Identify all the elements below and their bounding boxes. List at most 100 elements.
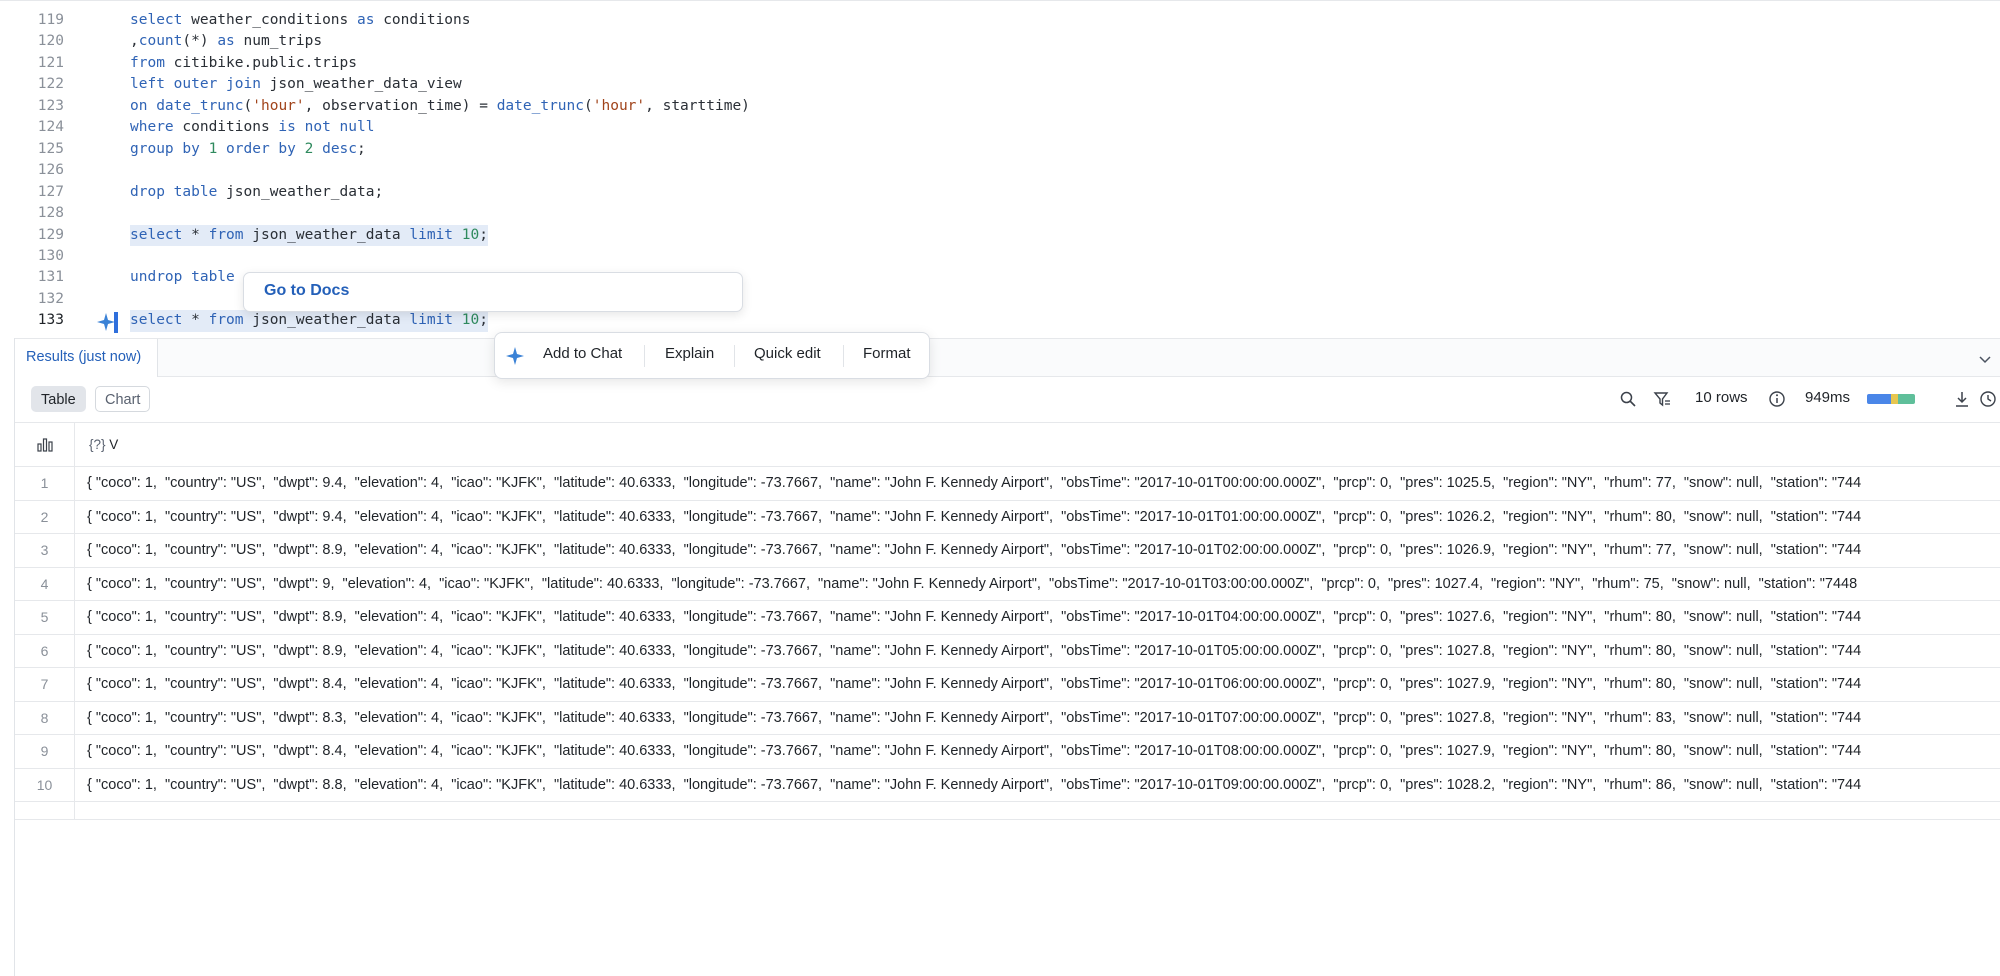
table-row[interactable]: 1 { "coco": 1, "country": "US", "dwpt": 9… [15, 467, 2000, 501]
code-text[interactable]: select * from json_weather_data limit 10… [130, 310, 488, 332]
format-button[interactable]: Format [863, 345, 911, 362]
chevron-down-icon[interactable] [1977, 351, 1993, 367]
table-row[interactable]: 10 { "coco": 1, "country": "US", "dwpt": … [15, 768, 2000, 802]
table-cell[interactable]: { "coco": 1, "country": "US", "dwpt": 9,… [87, 568, 1857, 601]
duration-segment [1867, 394, 1891, 404]
search-icon[interactable] [1619, 390, 1637, 408]
row-number: 10 [15, 768, 75, 802]
code-token: date_trunc [496, 97, 585, 114]
go-to-docs-link[interactable]: Go to Docs [264, 282, 349, 300]
code-token: ( [584, 97, 593, 114]
code-text[interactable]: where conditions is not null [130, 117, 374, 139]
tab-chart[interactable]: Chart [95, 386, 151, 412]
filter-icon[interactable] [1653, 390, 1671, 408]
divider [734, 345, 735, 367]
code-line[interactable]: 122 left outer join json_weather_data_vie… [0, 74, 2000, 96]
sparkle-icon [506, 347, 524, 365]
code-line[interactable]: 119 select weather_conditions as conditio… [0, 10, 2000, 32]
tab-results[interactable]: Results (just now) [15, 339, 158, 377]
table-row[interactable]: 9 { "coco": 1, "country": "US", "dwpt": 8… [15, 735, 2000, 769]
code-token: count [138, 33, 183, 50]
row-number: 4 [15, 567, 75, 601]
table-cell[interactable]: { "coco": 1, "country": "US", "dwpt": 8.… [87, 635, 1861, 668]
code-token: ( [243, 97, 253, 114]
code-line[interactable]: 123 on date_trunc('hour', observation_tim… [0, 96, 2000, 118]
tab-table[interactable]: Table [31, 386, 86, 412]
code-line[interactable]: 124 where conditions is not null [0, 117, 2000, 139]
code-text[interactable]: on date_trunc('hour', observation_time) … [130, 96, 750, 118]
download-icon[interactable] [1953, 390, 1971, 408]
code-line[interactable]: 125 group by 1 order by 2 desc; [0, 139, 2000, 161]
code-line[interactable]: 128 [0, 203, 2000, 225]
code-line[interactable]: 126 [0, 160, 2000, 182]
line-number: 131 [37, 269, 64, 286]
code-line[interactable]: 129 select * from json_weather_data limit… [0, 224, 2000, 246]
table-cell[interactable]: { "coco": 1, "country": "US", "dwpt": 9.… [87, 501, 1861, 534]
sql-editor[interactable]: 119 select weather_conditions as conditio… [0, 0, 2000, 379]
table-cell[interactable]: { "coco": 1, "country": "US", "dwpt": 8.… [87, 735, 1861, 768]
code-token: select [130, 312, 183, 329]
column-header-v[interactable]: {?} V [89, 437, 118, 452]
line-number: 133 [37, 312, 64, 329]
code-line[interactable]: 121 from citibike.public.trips [0, 53, 2000, 75]
duration-breakdown-bar[interactable] [1867, 394, 1915, 404]
table-row[interactable]: 5 { "coco": 1, "country": "US", "dwpt": 8… [15, 601, 2000, 635]
table-row[interactable]: 7 { "coco": 1, "country": "US", "dwpt": 8… [15, 668, 2000, 702]
code-token: as [357, 12, 375, 28]
code-token: date_trunc [156, 97, 244, 114]
results-toolbar: Table Chart 10 rows 949ms [15, 377, 2000, 423]
table-row[interactable]: 8 { "coco": 1, "country": "US", "dwpt": 8… [15, 701, 2000, 735]
table-cell[interactable]: { "coco": 1, "country": "US", "dwpt": 8.… [87, 601, 1861, 634]
code-text[interactable]: select * from json_weather_data limit 10… [130, 224, 488, 246]
code-text[interactable]: undrop table [130, 267, 235, 289]
code-line[interactable]: 130 [0, 246, 2000, 268]
code-text[interactable]: ,count(*) as num_trips [130, 31, 322, 53]
code-line[interactable]: 133 select * from json_weather_data limit… [0, 310, 2000, 332]
clock-icon[interactable] [1979, 390, 1997, 408]
code-line[interactable]: 120 ,count(*) as num_trips [0, 31, 2000, 53]
code-text[interactable]: drop table json_weather_data; [130, 182, 383, 204]
table-row[interactable]: 4 { "coco": 1, "country": "US", "dwpt": 9… [15, 567, 2000, 601]
table-row[interactable]: 2 { "coco": 1, "country": "US", "dwpt": 9… [15, 500, 2000, 534]
results-title: Results (just now) [26, 349, 142, 365]
code-line[interactable]: 127 drop table json_weather_data; [0, 182, 2000, 204]
quick-edit-button[interactable]: Quick edit [754, 345, 821, 362]
table-cell[interactable]: { "coco": 1, "country": "US", "dwpt": 8.… [87, 702, 1861, 735]
table-cell[interactable]: { "coco": 1, "country": "US", "dwpt": 8.… [87, 769, 1861, 802]
code-token: citibike.public.trips [164, 54, 357, 71]
duration-segment [1891, 394, 1898, 404]
code-text[interactable]: left outer join json_weather_data_view [130, 74, 462, 96]
table-row[interactable]: 3 { "coco": 1, "country": "US", "dwpt": 8… [15, 534, 2000, 568]
code-text[interactable]: from citibike.public.trips [130, 53, 357, 75]
code-text[interactable]: select weather_conditions as conditions [130, 10, 471, 32]
explain-button[interactable]: Explain [665, 345, 714, 362]
code-token: desc [322, 140, 358, 157]
empty-row [15, 802, 2000, 820]
table-cell[interactable]: { "coco": 1, "country": "US", "dwpt": 8.… [87, 668, 1861, 701]
code-token: is not null [278, 119, 375, 136]
code-token: 1 [208, 140, 218, 157]
line-number: 125 [37, 140, 64, 157]
table-cell[interactable]: { "coco": 1, "country": "US", "dwpt": 8.… [87, 534, 1861, 567]
column-name: V [109, 437, 119, 452]
table-row[interactable]: 6 { "coco": 1, "country": "US", "dwpt": 8… [15, 634, 2000, 668]
grid-header-row: {?} V [15, 423, 2000, 467]
sparkle-icon[interactable] [96, 312, 116, 332]
code-token: ; [479, 312, 488, 329]
query-duration: 949ms [1805, 389, 1851, 406]
row-number: 3 [15, 534, 75, 568]
selection-action-bar: Add to Chat Explain Quick edit Format [494, 332, 930, 379]
column-stats-icon[interactable] [37, 438, 53, 452]
code-token: group by [130, 140, 200, 157]
code-token: 'hour' [252, 97, 305, 114]
table-cell[interactable]: { "coco": 1, "country": "US", "dwpt": 9.… [87, 467, 1861, 500]
code-token: 10 [461, 226, 480, 243]
code-token: as [217, 33, 235, 50]
add-to-chat-button[interactable]: Add to Chat [543, 345, 622, 362]
info-icon[interactable] [1768, 390, 1786, 408]
row-number: 9 [15, 735, 75, 769]
code-token: 'hour' [592, 97, 646, 114]
code-text[interactable]: group by 1 order by 2 desc; [130, 139, 366, 161]
